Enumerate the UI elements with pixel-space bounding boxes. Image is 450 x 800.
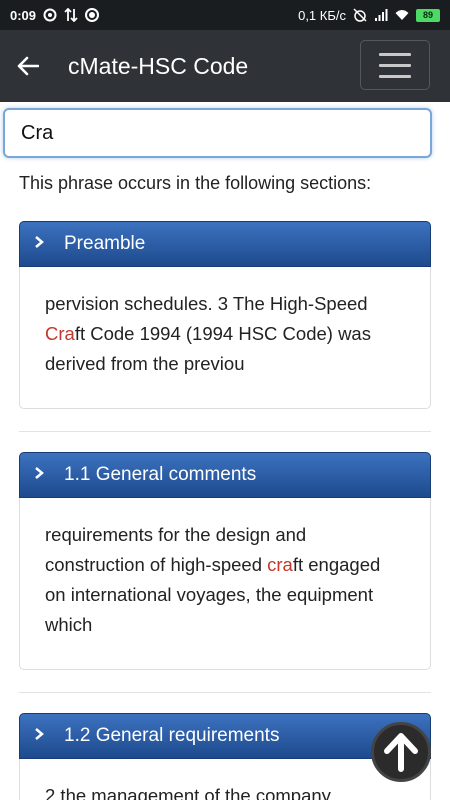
- arrow-up-icon: [384, 733, 418, 772]
- section-snippet: pervision schedules. 3 The High-Speed Cr…: [19, 267, 431, 409]
- app-title: cMate-HSC Code: [68, 52, 249, 79]
- snippet-text: pervision schedules. 3 The High-Speed: [45, 293, 368, 314]
- snippet-text: ft Code 1994 (1994 HSC Code) was derived…: [45, 323, 371, 374]
- arrow-left-icon: [17, 56, 39, 76]
- snippet-text: 2 the management of the company: [45, 785, 331, 800]
- sync-icon: [43, 8, 57, 22]
- app-bar: cMate-HSC Code: [0, 30, 450, 102]
- data-transfer-icon: [64, 8, 78, 22]
- status-right: 0,1 КБ/с 89: [298, 8, 440, 23]
- section-card: Preamble pervision schedules. 3 The High…: [19, 221, 431, 409]
- wifi-icon: [395, 10, 409, 20]
- status-left: 0:09: [10, 7, 100, 23]
- match-highlight: Cra: [45, 323, 75, 344]
- menu-button[interactable]: [360, 40, 430, 90]
- back-button[interactable]: [0, 30, 56, 102]
- status-bar: 0:09 0,1 КБ/с 89: [0, 0, 450, 30]
- menu-line: [379, 74, 411, 78]
- alarm-off-icon: [353, 8, 367, 22]
- section-card: 1.2 General requirements 2 the managemen…: [19, 713, 431, 800]
- intro-text: This phrase occurs in the following sect…: [19, 173, 372, 193]
- status-time: 0:09: [10, 7, 37, 23]
- section-card: 1.1 General comments requirements for th…: [19, 452, 431, 670]
- chevron-right-icon: [34, 725, 52, 747]
- section-snippet: requirements for the design and construc…: [19, 498, 431, 670]
- battery-indicator: 89: [416, 8, 440, 22]
- section-header-general-comments[interactable]: 1.1 General comments: [19, 452, 431, 498]
- section-title: 1.1 General comments: [64, 464, 257, 485]
- search-input[interactable]: [3, 108, 432, 158]
- section-header-general-requirements[interactable]: 1.2 General requirements: [19, 713, 431, 759]
- section-snippet: 2 the management of the company: [19, 759, 431, 800]
- scroll-to-top-button[interactable]: [371, 722, 431, 782]
- record-icon: [85, 8, 100, 22]
- chevron-right-icon: [34, 464, 52, 486]
- network-speed: 0,1 КБ/с: [298, 7, 346, 23]
- menu-line: [379, 52, 411, 56]
- chevron-right-icon: [34, 233, 52, 255]
- signal-icon: [375, 9, 388, 21]
- divider: [19, 431, 431, 432]
- menu-line: [379, 63, 411, 67]
- section-title: Preamble: [64, 233, 146, 254]
- match-highlight: cra: [267, 554, 293, 575]
- divider: [19, 692, 431, 693]
- section-title: 1.2 General requirements: [64, 725, 280, 746]
- section-header-preamble[interactable]: Preamble: [19, 221, 431, 267]
